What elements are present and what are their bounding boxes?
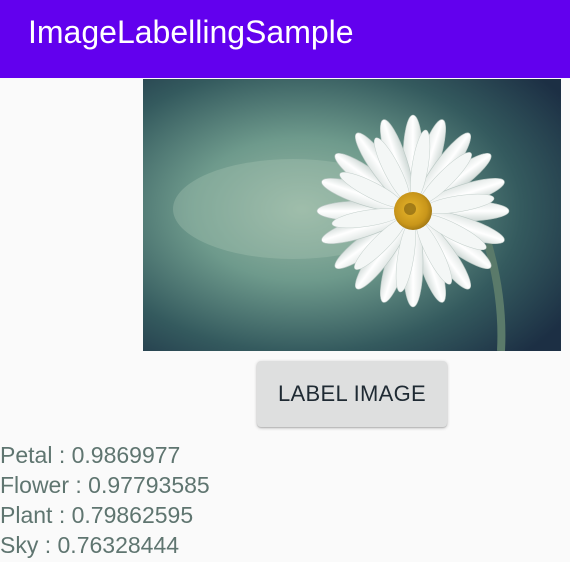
label-image-button[interactable]: LABEL IMAGE — [257, 361, 447, 427]
app-title: ImageLabellingSample — [28, 14, 354, 50]
label-results-list: Petal : 0.9869977 Flower : 0.97793585 Pl… — [0, 440, 210, 560]
app-bar: ImageLabellingSample — [0, 0, 570, 78]
result-sky: Sky : 0.76328444 — [0, 532, 180, 558]
result-plant: Plant : 0.79862595 — [0, 502, 194, 528]
daisy-image — [143, 79, 561, 351]
result-flower: Flower : 0.97793585 — [0, 472, 210, 498]
result-petal: Petal : 0.9869977 — [0, 442, 181, 468]
